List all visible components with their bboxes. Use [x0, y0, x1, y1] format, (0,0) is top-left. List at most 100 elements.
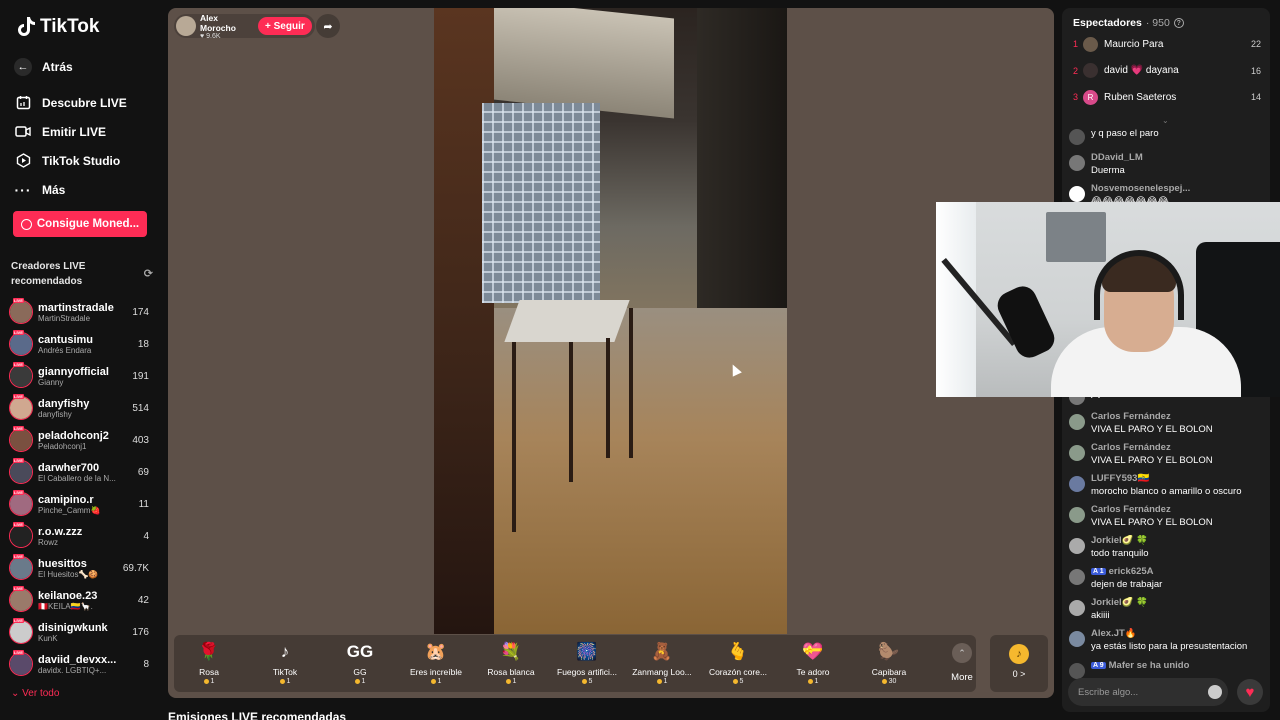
refresh-icon[interactable]: ⟳ [144, 267, 153, 282]
chat-avatar[interactable] [1069, 476, 1085, 492]
creator-avatar[interactable]: LIVE [9, 298, 33, 324]
creator-viewer-count: 176 [132, 626, 149, 638]
host-avatar[interactable] [176, 16, 196, 36]
creator-avatar[interactable]: LIVE [9, 362, 33, 388]
nav-item-tiktok-studio[interactable]: TikTok Studio [14, 146, 154, 175]
chat-username[interactable]: Carlos Fernández [1091, 411, 1265, 422]
chat-input-box[interactable] [1068, 678, 1228, 706]
creator-avatar[interactable]: LIVE [9, 490, 33, 516]
creator-info: peladohconj2 Peladohconj1 [38, 430, 124, 451]
chat-username[interactable]: A 1 erick625A [1091, 566, 1265, 577]
chat-username[interactable]: A 9 Mafer se ha unido [1091, 660, 1265, 671]
chat-avatar[interactable] [1069, 507, 1085, 523]
chat-input[interactable] [1078, 686, 1208, 698]
chat-username[interactable]: Nosvemosenelespej... [1091, 183, 1265, 194]
creator-avatar[interactable]: LIVE [9, 394, 33, 420]
follow-button[interactable]: + Seguir [258, 17, 312, 35]
back-button[interactable]: ← Atrás [14, 52, 154, 81]
gift-item[interactable]: GG GG 1 [325, 641, 395, 685]
creator-avatar[interactable]: LIVE [9, 426, 33, 452]
coin-icon [20, 218, 32, 230]
top-viewer-row[interactable]: 3 R Ruben Saeteros 14 [1073, 88, 1261, 106]
chat-avatar[interactable] [1069, 663, 1085, 679]
chat-avatar[interactable] [1069, 538, 1085, 554]
get-coins-button[interactable]: Consigue Moned... [13, 211, 147, 237]
creator-avatar[interactable]: LIVE [9, 618, 33, 644]
top-viewer-row[interactable]: 2 david 💗 dayana 16 [1073, 62, 1261, 80]
chat-username[interactable]: Alex.JT🔥 [1091, 628, 1265, 639]
creator-avatar[interactable]: LIVE [9, 650, 33, 676]
gift-icon: 💐 [500, 642, 522, 661]
share-button[interactable]: ➦ [316, 14, 340, 38]
creator-info: darwher700 El Caballero de la N... [38, 462, 124, 483]
chat-avatar[interactable] [1069, 129, 1085, 145]
creator-item[interactable]: LIVE camipino.r Pinche_Camm🍓 11 [9, 488, 153, 520]
gift-item[interactable]: 🎆 Fuegos artifici... 5 [552, 641, 622, 685]
chat-username[interactable]: Carlos Fernández [1091, 442, 1265, 453]
creator-avatar[interactable]: LIVE [9, 522, 33, 548]
nav-item-go-live[interactable]: Emitir LIVE [14, 117, 154, 146]
gift-name: Fuegos artifici... [557, 667, 617, 677]
see-all-link[interactable]: ⌄ Ver todo [11, 688, 59, 699]
chat-username[interactable]: Carlos Fernández [1091, 504, 1265, 515]
gift-icon: 🫰 [727, 642, 749, 661]
creator-item[interactable]: LIVE cantusimu Andrés Endara 18 [9, 328, 153, 360]
creator-item[interactable]: LIVE disinigwkunk KunK 176 [9, 616, 153, 648]
gift-item[interactable]: 💐 Rosa blanca 1 [476, 641, 546, 685]
chat-avatar[interactable] [1069, 600, 1085, 616]
creator-item[interactable]: LIVE keilanoe.23 🇵🇪KEILA🇨🇴🦙. 42 [9, 584, 153, 616]
sidebar: TikTok ← Atrás Descubre LIVE Emitir LIVE [0, 0, 162, 720]
creator-avatar[interactable]: LIVE [9, 458, 33, 484]
creator-item[interactable]: LIVE giannyofficial Gianny 191 [9, 360, 153, 392]
creator-avatar[interactable]: LIVE [9, 586, 33, 612]
gift-item[interactable]: ♪ TikTok 1 [250, 641, 320, 685]
tiktok-logo[interactable]: TikTok [16, 16, 99, 38]
creator-item[interactable]: LIVE darwher700 El Caballero de la N... 69 [9, 456, 153, 488]
nav-item-discover-live[interactable]: Descubre LIVE [14, 88, 154, 117]
creator-item[interactable]: LIVE daviid_devxx... davidx. LGBTIQ+... 8 [9, 648, 153, 680]
creator-item[interactable]: LIVE peladohconj2 Peladohconj1 403 [9, 424, 153, 456]
chat-username[interactable]: DDavid_LM [1091, 152, 1265, 163]
chat-avatar[interactable] [1069, 569, 1085, 585]
viewer-rank: 2 [1073, 65, 1079, 76]
chat-avatar[interactable] [1069, 186, 1085, 202]
creator-item[interactable]: LIVE r.o.w.zzz Rowz 4 [9, 520, 153, 552]
gift-item[interactable]: 🫰 Corazón core... 5 [703, 641, 773, 685]
live-video[interactable] [434, 8, 787, 634]
viewer-avatar[interactable]: R [1083, 89, 1098, 105]
chat-avatar[interactable] [1069, 445, 1085, 461]
viewer-avatar[interactable] [1083, 36, 1098, 52]
viewer-name: david 💗 dayana [1104, 65, 1179, 76]
chat-avatar[interactable] [1069, 631, 1085, 647]
chat-message: Carlos Fernández VIVA EL PARO Y EL BOLON [1069, 411, 1265, 435]
nav-item-more[interactable]: ··· Más [14, 175, 154, 204]
host-card[interactable]: Alex Morocho ♥ 9.6K + Seguir [174, 13, 315, 40]
more-gifts-button[interactable]: ⌃ More [942, 643, 982, 683]
viewer-avatar[interactable] [1083, 63, 1098, 78]
nav-label: Descubre LIVE [42, 95, 127, 110]
gift-item[interactable]: 🦫 Capibara 30 [854, 641, 924, 685]
chevron-down-icon[interactable]: ⌄ [1162, 116, 1169, 125]
creator-avatar[interactable]: LIVE [9, 554, 33, 580]
chat-username[interactable]: Jorkiel🥑 🍀 [1091, 597, 1265, 608]
emoji-icon[interactable] [1208, 685, 1222, 699]
top-viewer-row[interactable]: 1 Maurcio Para 22 [1073, 35, 1261, 53]
chat-avatar[interactable] [1069, 155, 1085, 171]
creator-item[interactable]: LIVE martinstradale MartinStradale 174 [9, 296, 153, 328]
gift-item[interactable]: 💝 Te adoro 1 [778, 641, 848, 685]
gift-item[interactable]: 🐹 Eres increíble 1 [401, 641, 471, 685]
help-icon[interactable]: ? [1173, 18, 1184, 28]
like-button[interactable]: ♥ [1237, 679, 1263, 705]
gift-item[interactable]: 🧸 Zanmang Loo... 1 [627, 641, 697, 685]
viewers-header[interactable]: Espectadores · 950 ? [1073, 17, 1184, 29]
creator-item[interactable]: LIVE huesittos El Huesitos🦴🍪 69.7K [9, 552, 153, 584]
chat-username[interactable]: LUFFY593🇪🇨 [1091, 473, 1265, 484]
camera-icon [14, 123, 32, 141]
chat-avatar[interactable] [1069, 414, 1085, 430]
gift-item[interactable]: 🌹 Rosa 1 [174, 641, 244, 685]
creator-avatar[interactable]: LIVE [9, 330, 33, 356]
gift-price: 1 [401, 678, 471, 685]
coin-balance-button[interactable]: ♪ 0 > [990, 635, 1048, 692]
creator-item[interactable]: LIVE danyfishy danyfishy 514 [9, 392, 153, 424]
chat-username[interactable]: Jorkiel🥑 🍀 [1091, 535, 1265, 546]
